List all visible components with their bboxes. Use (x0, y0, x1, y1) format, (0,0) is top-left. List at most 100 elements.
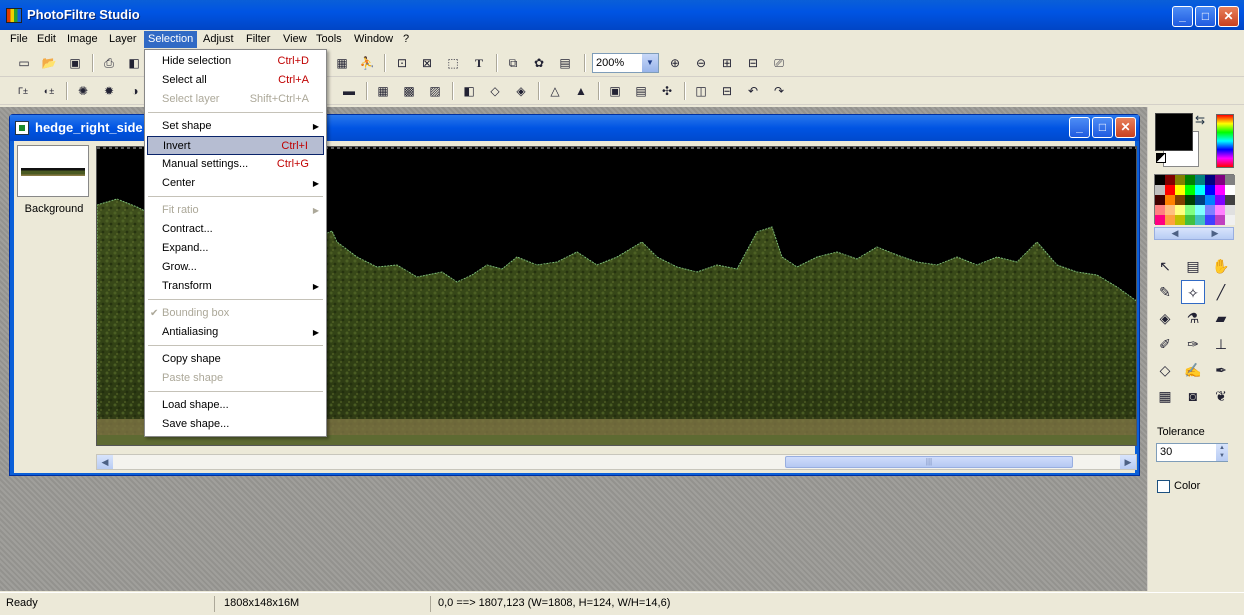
menu-item-contract[interactable]: Contract... (147, 220, 324, 239)
rotate-left-icon[interactable]: ↶ (743, 81, 763, 101)
palette-swatch[interactable] (1195, 175, 1205, 185)
menu-selection[interactable]: Selection (144, 31, 198, 48)
drop2-icon[interactable]: ◈ (511, 81, 531, 101)
advanced-brush-icon[interactable]: ✑ (1181, 332, 1205, 356)
menu-view[interactable]: View (279, 31, 311, 48)
foreground-color-swatch[interactable] (1155, 113, 1193, 151)
palette-swatch[interactable] (1225, 205, 1235, 215)
actual-size-icon[interactable]: ⊞ (717, 53, 737, 73)
transform-icon[interactable]: ⊠ (417, 53, 437, 73)
stamp-icon[interactable]: ⊥ (1209, 332, 1233, 356)
text-icon[interactable]: T (469, 53, 489, 73)
palette-swatch[interactable] (1185, 205, 1195, 215)
smudge-icon[interactable]: ✍ (1181, 358, 1205, 382)
fullscreen-icon[interactable]: ⎚ (769, 53, 789, 73)
minimize-button[interactable]: _ (1172, 6, 1193, 27)
effects-icon[interactable]: ✣ (657, 81, 677, 101)
contrast-auto-icon[interactable]: ◐± (39, 81, 59, 101)
eyedropper-icon[interactable]: ✎ (1153, 280, 1177, 304)
palette-swatch[interactable] (1175, 215, 1185, 225)
menu-item-fit-ratio[interactable]: Fit ratio ▶ (147, 201, 324, 220)
rgb-icon[interactable]: ▣ (605, 81, 625, 101)
palette-swatch[interactable] (1215, 185, 1225, 195)
menu-filter[interactable]: Filter (242, 31, 274, 48)
layer-thumbnail[interactable] (17, 145, 89, 197)
drop-icon[interactable]: ◇ (485, 81, 505, 101)
scroll-thumb[interactable]: ||| (785, 456, 1073, 468)
grayscale-icon[interactable]: ▤ (631, 81, 651, 101)
palette-prev-icon[interactable]: ◀ (1155, 228, 1195, 239)
menu-file[interactable]: File (6, 31, 32, 48)
palette-swatch[interactable] (1185, 195, 1195, 205)
palette-swatch[interactable] (1155, 205, 1165, 215)
sharpen-icon[interactable]: △ (545, 81, 565, 101)
brightness-icon[interactable]: ✺ (73, 81, 93, 101)
palette-swatch[interactable] (1165, 215, 1175, 225)
palette-swatch[interactable] (1215, 215, 1225, 225)
zoom-select[interactable]: 200% ▼ (592, 53, 659, 73)
sharpen-more-icon[interactable]: ▲ (571, 81, 591, 101)
menu-adjust[interactable]: Adjust (199, 31, 238, 48)
line-tool-icon[interactable]: ╱ (1209, 280, 1233, 304)
menu-tools[interactable]: Tools (312, 31, 346, 48)
palette-swatch[interactable] (1165, 185, 1175, 195)
spray-icon[interactable]: ⚗ (1181, 306, 1205, 330)
palette-swatch[interactable] (1205, 195, 1215, 205)
palette-swatch[interactable] (1155, 195, 1165, 205)
menu-item-load-shape[interactable]: Load shape... (147, 396, 324, 415)
window-icon[interactable]: ▤ (555, 53, 575, 73)
palette-swatch[interactable] (1165, 175, 1175, 185)
color-palette[interactable] (1154, 174, 1235, 225)
hand-tool-icon[interactable]: ✋ (1209, 254, 1233, 278)
menu-item-antialiasing[interactable]: Antialiasing ▶ (147, 323, 324, 342)
run-icon[interactable]: ⛹ (357, 53, 377, 73)
brightness-plus-icon[interactable]: ✹ (99, 81, 119, 101)
zoom-in-icon[interactable]: ⊕ (665, 53, 685, 73)
palette-swatch[interactable] (1175, 205, 1185, 215)
menu-item-grow[interactable]: Grow... (147, 258, 324, 277)
scroll-left-icon[interactable]: ◀ (97, 455, 113, 469)
palette-swatch[interactable] (1205, 205, 1215, 215)
menu-item-center[interactable]: Center ▶ (147, 174, 324, 193)
palette-swatch[interactable] (1225, 175, 1235, 185)
palette-swatch[interactable] (1185, 185, 1195, 195)
deform-icon[interactable]: ▦ (1153, 384, 1177, 408)
flip-h-icon[interactable]: ◫ (691, 81, 711, 101)
palette-swatch[interactable] (1175, 175, 1185, 185)
palette-swatch[interactable] (1155, 175, 1165, 185)
default-colors-icon[interactable] (1156, 153, 1166, 163)
palette-swatch[interactable] (1205, 215, 1215, 225)
palette-swatch[interactable] (1185, 175, 1195, 185)
horizontal-scrollbar[interactable]: ◀ ||| ▶ (96, 454, 1137, 470)
palette-swatch[interactable] (1205, 175, 1215, 185)
rotate-right-icon[interactable]: ↷ (769, 81, 789, 101)
menu-item-invert[interactable]: Invert Ctrl+I (147, 136, 324, 155)
print-icon[interactable]: ⎙ (99, 53, 119, 73)
menu-item-save-shape[interactable]: Save shape... (147, 415, 324, 434)
menu-item-hide-selection[interactable]: Hide selection Ctrl+D (147, 52, 324, 71)
blur-drop-icon[interactable]: ◇ (1153, 358, 1177, 382)
eraser-icon[interactable]: ▰ (1209, 306, 1233, 330)
saturation-icon[interactable]: ◑ (125, 81, 145, 101)
menu-edit[interactable]: Edit (33, 31, 60, 48)
palette-swatch[interactable] (1205, 185, 1215, 195)
palette-swatch[interactable] (1165, 205, 1175, 215)
scan-icon[interactable]: ◧ (124, 53, 144, 73)
palette-swatch[interactable] (1155, 185, 1165, 195)
doc-maximize-button[interactable]: □ (1092, 117, 1113, 138)
layers-icon[interactable]: ⧉ (503, 53, 523, 73)
palette-swatch[interactable] (1185, 215, 1195, 225)
levels-icon[interactable]: ▬ (339, 81, 359, 101)
menu-item-select-layer[interactable]: Select layer Shift+Ctrl+A (147, 90, 324, 109)
palette-swatch[interactable] (1215, 195, 1225, 205)
menu-item-manual-settings[interactable]: Manual settings... Ctrl+G (147, 155, 324, 174)
open-folder-icon[interactable]: 📂 (39, 53, 59, 73)
menu-item-expand[interactable]: Expand... (147, 239, 324, 258)
swap-colors-icon[interactable]: ⇆ (1195, 113, 1205, 127)
palette-swatch[interactable] (1225, 185, 1235, 195)
scroll-right-icon[interactable]: ▶ (1120, 455, 1136, 469)
menu-help[interactable]: ? (399, 31, 413, 48)
fit-window-icon[interactable]: ⊟ (743, 53, 763, 73)
color-checkbox[interactable] (1157, 480, 1170, 493)
menu-item-bounding-box[interactable]: ✔ Bounding box (147, 304, 324, 323)
